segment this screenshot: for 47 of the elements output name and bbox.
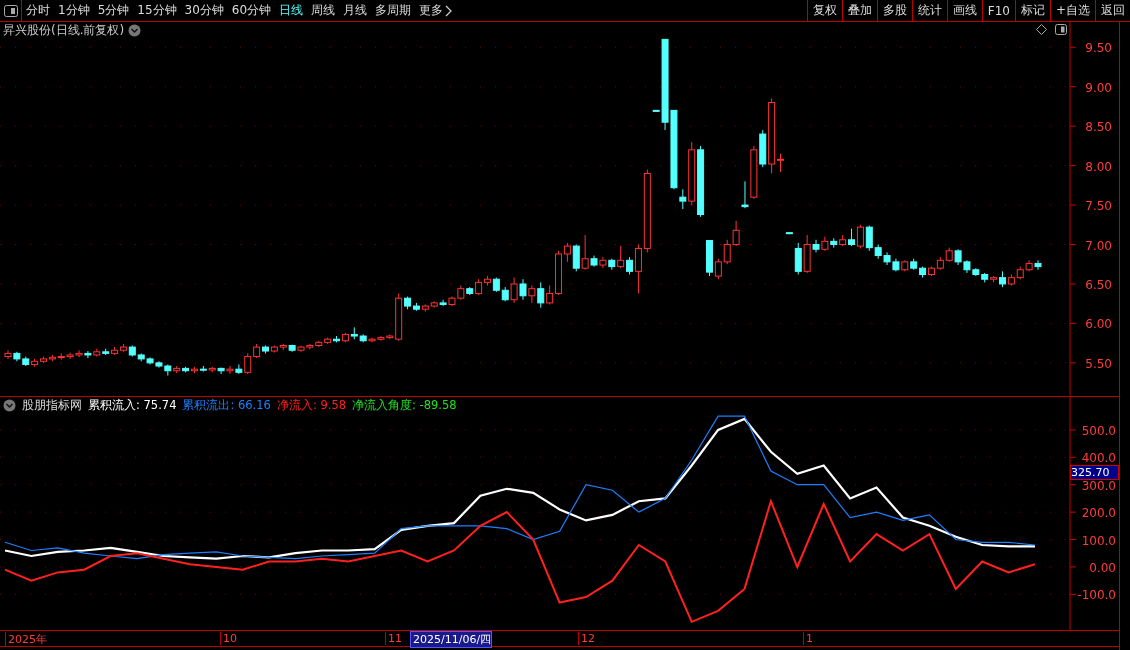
period-tab[interactable]: 分时 xyxy=(22,2,54,19)
price-label: 5.50 xyxy=(1085,356,1112,371)
price-label: 9.00 xyxy=(1085,80,1112,95)
price-label: 6.50 xyxy=(1085,277,1112,292)
date-label: 12 xyxy=(578,632,595,645)
panel-icon[interactable] xyxy=(1055,24,1067,35)
period-tab[interactable]: 30分钟 xyxy=(180,2,228,19)
legend-item: 累积流出: 66.16 xyxy=(182,398,271,413)
diamond-icon[interactable] xyxy=(1036,24,1047,35)
axis-label: 100.0 xyxy=(1081,533,1116,548)
legend-item: 净流入角度: -89.58 xyxy=(352,398,457,413)
period-tab[interactable]: 周线 xyxy=(307,2,340,19)
price-label: 7.50 xyxy=(1085,199,1112,214)
axis-label: 200.0 xyxy=(1081,506,1116,521)
chevron-right-icon xyxy=(445,4,454,17)
date-label: 2025/11/06/四 xyxy=(410,631,493,648)
legend-item: 累积流入: 75.74 xyxy=(88,398,177,413)
axis-label: 500.0 xyxy=(1081,423,1116,438)
date-label: 1 xyxy=(803,632,813,645)
period-tab[interactable]: 5分钟 xyxy=(93,2,134,19)
legend-item: 净流入: 9.58 xyxy=(276,398,347,413)
period-tab[interactable]: 日线 xyxy=(275,2,308,19)
period-tab[interactable]: 多周期 xyxy=(371,2,416,19)
indicator-name: 股朋指标网 xyxy=(22,398,82,413)
axis-label: -100.0 xyxy=(1077,588,1116,603)
period-tab[interactable]: 1分钟 xyxy=(54,2,94,19)
axis-label: 0.00 xyxy=(1089,560,1116,575)
price-label: 9.50 xyxy=(1085,41,1112,56)
chevron-down-icon[interactable] xyxy=(128,24,142,37)
price-label: 8.00 xyxy=(1085,159,1112,174)
panel-icon xyxy=(3,4,18,17)
price-label: 6.00 xyxy=(1085,317,1112,332)
price-label: 7.00 xyxy=(1085,238,1112,253)
date-label: 2025年 xyxy=(5,632,47,647)
date-label: 11 xyxy=(385,632,402,645)
period-tab[interactable]: 月线 xyxy=(339,2,372,19)
price-label: 8.50 xyxy=(1085,120,1112,135)
candle xyxy=(785,232,793,235)
axis-label: 400.0 xyxy=(1081,451,1116,466)
period-tab[interactable]: 60分钟 xyxy=(227,2,276,19)
chevron-down-icon[interactable] xyxy=(3,399,16,412)
period-tab[interactable]: 15分钟 xyxy=(133,2,181,19)
date-label: 10 xyxy=(220,632,237,645)
period-tab[interactable]: 更多 xyxy=(415,2,448,19)
cursor-value-label: 325.70 xyxy=(1070,465,1119,480)
axis-label: 300.0 xyxy=(1081,478,1116,493)
chart-title: 昇兴股份(日线.前复权) xyxy=(3,22,125,39)
